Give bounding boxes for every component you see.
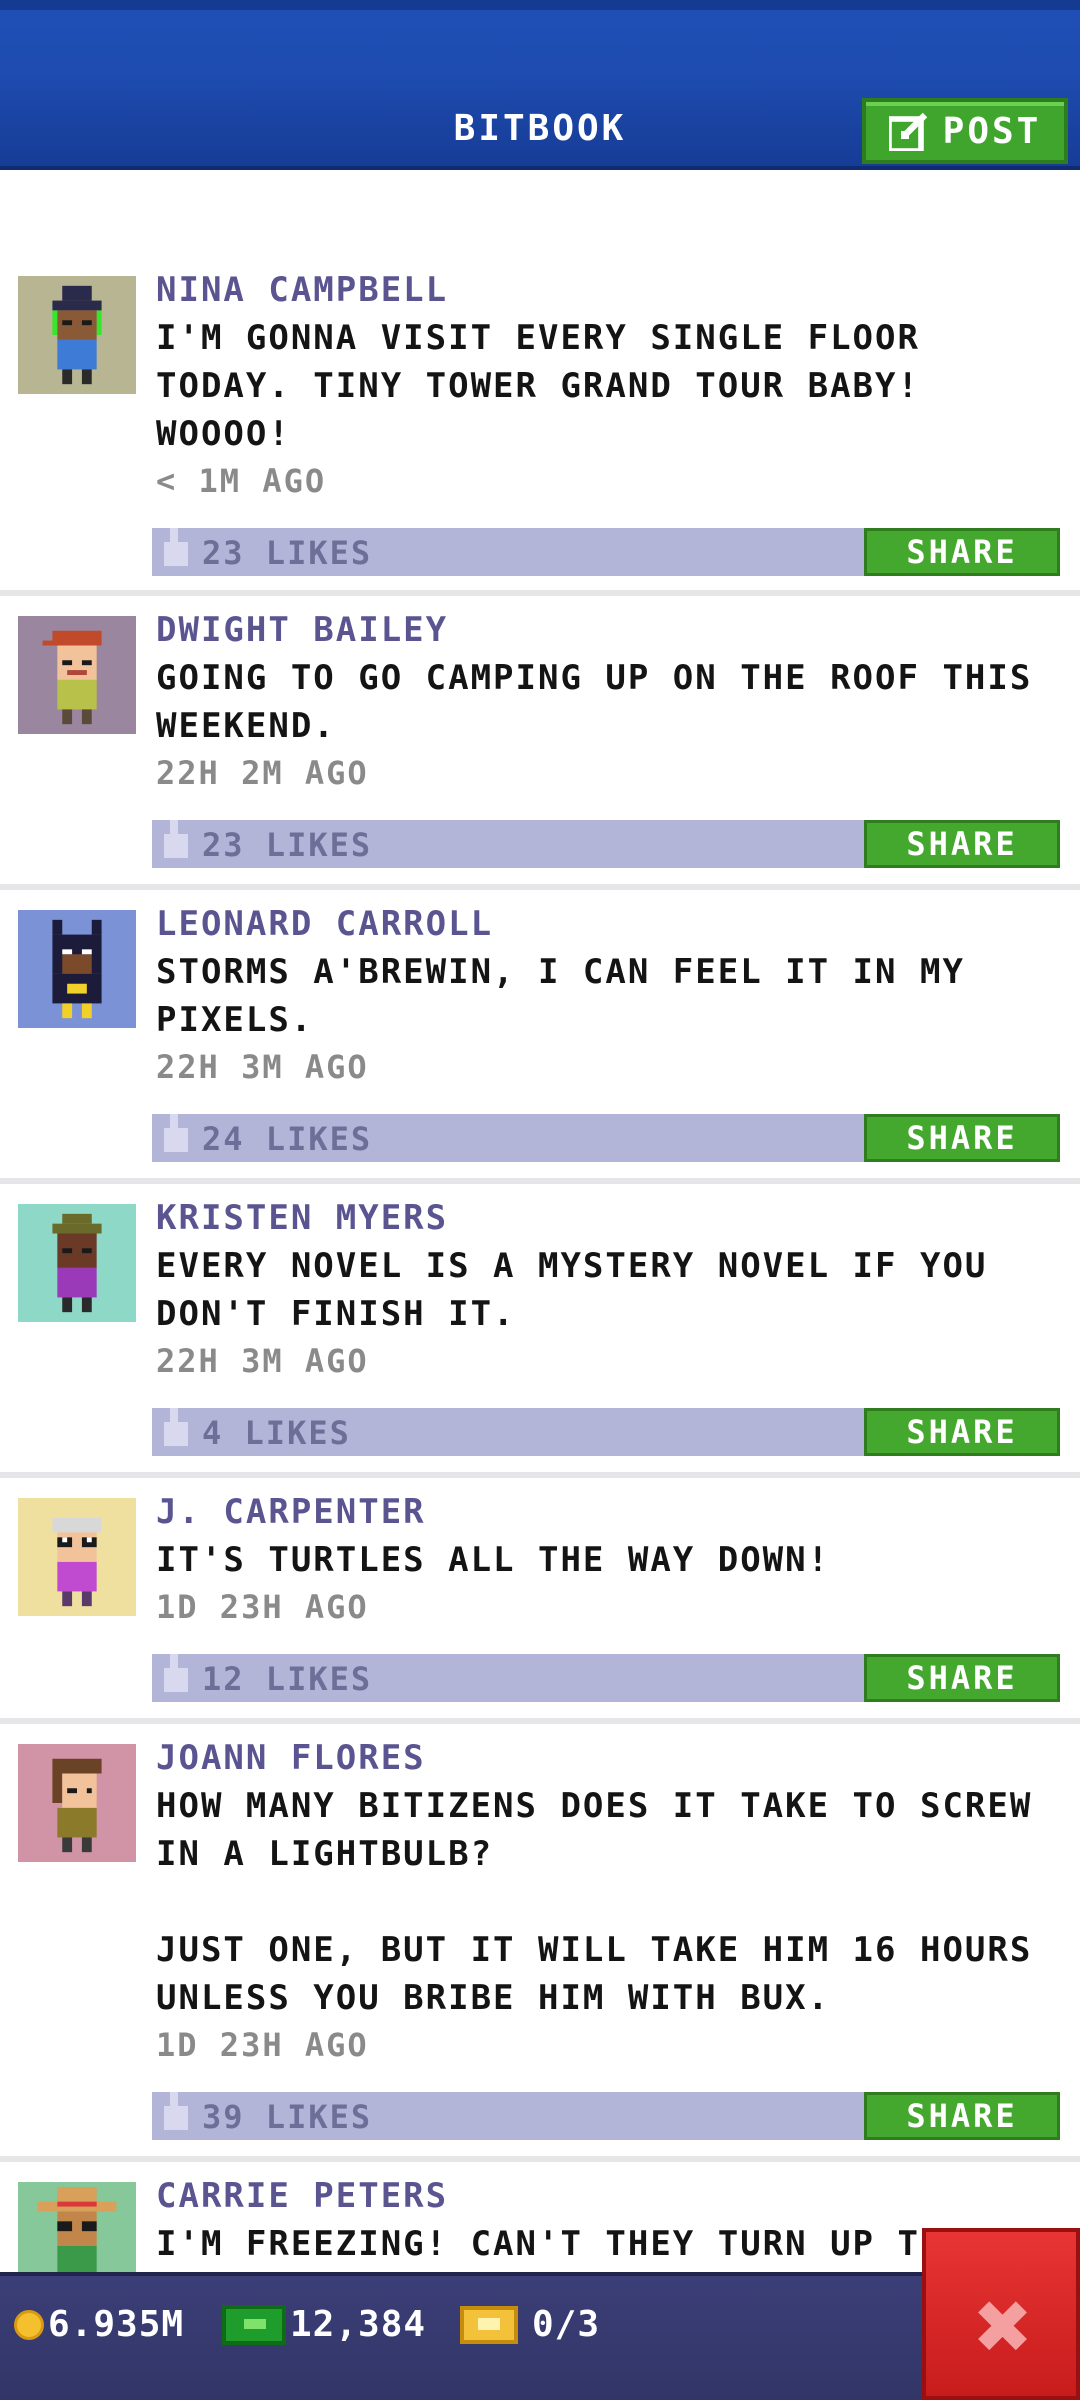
thumbs-up-icon — [164, 528, 188, 566]
avatar[interactable] — [18, 276, 136, 394]
avatar[interactable] — [18, 1498, 136, 1616]
feed-post: LEONARD CARROLL STORMS A'BREWIN, I CAN F… — [0, 890, 1080, 1184]
poster-name: J. CARPENTER — [156, 1492, 426, 1532]
likes-bar[interactable]: 39 LIKES SHARE — [152, 2092, 1060, 2140]
post-message: STORMS A'BREWIN, I CAN FEEL IT IN MY PIX… — [156, 952, 988, 1040]
bux-stat[interactable]: 12,384 — [222, 2304, 426, 2345]
post-message: EVERY NOVEL IS A MYSTERY NOVEL IF YOU DO… — [156, 1246, 1010, 1334]
share-button[interactable]: SHARE — [864, 2092, 1060, 2140]
share-button[interactable]: SHARE — [864, 1654, 1060, 1702]
poster-name: NINA CAMPBELL — [156, 270, 449, 310]
thumbs-up-icon — [164, 1408, 188, 1446]
bitizen-avatar-kristen — [52, 1213, 102, 1313]
avatar[interactable] — [18, 1744, 136, 1862]
post-timestamp: 1D 23H AGO — [156, 1588, 369, 1626]
thumbs-up-icon — [164, 2092, 188, 2130]
poster-name: DWIGHT BAILEY — [156, 610, 449, 650]
post-timestamp: < 1M AGO — [156, 462, 327, 500]
likes-bar[interactable]: 23 LIKES SHARE — [152, 528, 1060, 576]
likes-count: 39 LIKES — [202, 2098, 373, 2136]
feed-post: J. CARPENTER IT'S TURTLES ALL THE WAY DO… — [0, 1478, 1080, 1724]
share-button[interactable]: SHARE — [864, 528, 1060, 576]
likes-bar[interactable]: 23 LIKES SHARE — [152, 820, 1060, 868]
bitizen-avatar-carpenter — [52, 1517, 102, 1607]
status-bar: 6.935M 12,384 0/3 — [0, 2272, 1080, 2400]
edit-icon — [888, 112, 927, 151]
likes-count: 24 LIKES — [202, 1120, 373, 1158]
avatar[interactable] — [18, 1204, 136, 1322]
app-header: BITBOOK POST — [0, 0, 1080, 170]
coin-icon — [14, 2309, 44, 2340]
post-timestamp: 22H 3M AGO — [156, 1048, 369, 1086]
post-timestamp: 22H 2M AGO — [156, 754, 369, 792]
avatar[interactable] — [18, 910, 136, 1028]
poster-name: LEONARD CARROLL — [156, 904, 494, 944]
likes-bar[interactable]: 24 LIKES SHARE — [152, 1114, 1060, 1162]
likes-count: 23 LIKES — [202, 826, 373, 864]
avatar[interactable] — [18, 616, 136, 734]
likes-count: 4 LIKES — [202, 1414, 351, 1452]
post-message: I'M GONNA VISIT EVERY SINGLE FLOOR TODAY… — [156, 318, 943, 454]
tickets-stat[interactable]: 0/3 — [460, 2304, 600, 2345]
post-timestamp: 22H 3M AGO — [156, 1342, 369, 1380]
share-button[interactable]: SHARE — [864, 1408, 1060, 1456]
post-message: GOING TO GO CAMPING UP ON THE ROOF THIS … — [156, 658, 1055, 746]
feed-post: KRISTEN MYERS EVERY NOVEL IS A MYSTERY N… — [0, 1184, 1080, 1478]
bitizen-avatar-joann — [52, 1758, 102, 1853]
bitizen-avatar-dwight — [42, 630, 102, 725]
post-message: HOW MANY BITIZENS DOES IT TAKE TO SCREW … — [156, 1786, 1033, 2018]
close-icon: ✖ — [975, 2270, 1033, 2382]
coins-value: 6.935M — [48, 2304, 185, 2345]
post-button[interactable]: POST — [862, 98, 1068, 164]
feed-post: NINA CAMPBELL I'M GONNA VISIT EVERY SING… — [0, 256, 1080, 596]
ticket-icon — [460, 2305, 518, 2344]
share-button[interactable]: SHARE — [864, 1114, 1060, 1162]
share-button[interactable]: SHARE — [864, 820, 1060, 868]
coins-stat: 6.935M — [14, 2304, 184, 2345]
feed-post: DWIGHT BAILEY GOING TO GO CAMPING UP ON … — [0, 596, 1080, 890]
bitizen-avatar-nina — [52, 285, 102, 385]
tickets-value: 0/3 — [532, 2304, 601, 2345]
likes-bar[interactable]: 12 LIKES SHARE — [152, 1654, 1060, 1702]
thumbs-up-icon — [164, 1114, 188, 1152]
feed-list[interactable]: NINA CAMPBELL I'M GONNA VISIT EVERY SING… — [0, 256, 1080, 2322]
post-message: IT'S TURTLES ALL THE WAY DOWN! — [156, 1540, 831, 1580]
post-button-label: POST — [942, 110, 1042, 152]
bux-icon — [222, 2304, 286, 2345]
feed-post: JOANN FLORES HOW MANY BITIZENS DOES IT T… — [0, 1724, 1080, 2162]
post-timestamp: 1D 23H AGO — [156, 2026, 369, 2064]
poster-name: JOANN FLORES — [156, 1738, 426, 1778]
bux-value: 12,384 — [290, 2304, 427, 2345]
likes-bar[interactable]: 4 LIKES SHARE — [152, 1408, 1060, 1456]
likes-count: 12 LIKES — [202, 1660, 373, 1698]
poster-name: KRISTEN MYERS — [156, 1198, 449, 1238]
poster-name: CARRIE PETERS — [156, 2176, 449, 2216]
bitizen-avatar-leonard — [52, 919, 102, 1019]
thumbs-up-icon — [164, 1654, 188, 1692]
thumbs-up-icon — [164, 820, 188, 858]
likes-count: 23 LIKES — [202, 534, 373, 572]
close-button[interactable]: ✖ — [922, 2228, 1080, 2400]
